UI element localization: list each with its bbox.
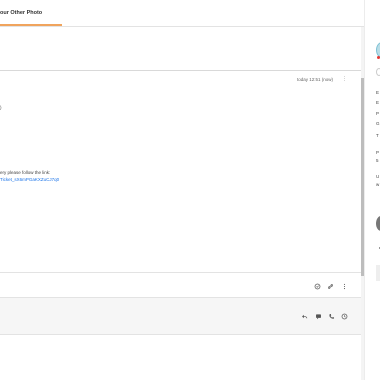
sidebar-label: T bbox=[376, 133, 379, 138]
reply-icon[interactable] bbox=[301, 313, 308, 320]
sidebar-label: E bbox=[376, 100, 380, 105]
clock-icon[interactable] bbox=[341, 313, 348, 320]
sidebar-divider bbox=[364, 0, 365, 380]
divider bbox=[0, 272, 361, 273]
divider bbox=[0, 334, 361, 335]
clock-check-icon[interactable] bbox=[314, 283, 321, 290]
sidebar-label: 5 bbox=[376, 158, 379, 163]
ticket-link[interactable]: Ticket_sX6mPGaKXZuCJ7q0 bbox=[0, 177, 59, 182]
sidebar-label: P bbox=[376, 111, 380, 116]
avatar-ring-icon bbox=[376, 68, 380, 76]
sidebar-label: G bbox=[376, 121, 380, 126]
top-tab-bar: our Other Photo bbox=[0, 0, 364, 27]
chat-bubble-icon[interactable] bbox=[315, 313, 322, 320]
divider bbox=[0, 70, 361, 71]
phone-icon[interactable] bbox=[328, 313, 335, 320]
message-text-line: ery please follow the link: bbox=[0, 170, 51, 175]
more-vertical-icon[interactable] bbox=[341, 283, 348, 290]
tab-other-photo[interactable]: our Other Photo bbox=[0, 0, 62, 26]
tab-label: our Other Photo bbox=[0, 10, 43, 16]
message-more-icon[interactable]: ⋮ bbox=[342, 76, 347, 82]
sidebar-label: E bbox=[376, 90, 380, 95]
sidebar-label: w bbox=[376, 182, 380, 187]
sidebar-label: P bbox=[376, 150, 380, 155]
message-text-paren: ) bbox=[0, 105, 2, 110]
message-timestamp: today 12:51 (now) bbox=[297, 77, 334, 82]
sidebar-label: U bbox=[376, 174, 380, 179]
sidebar-panel bbox=[376, 265, 380, 281]
agent-avatar[interactable] bbox=[376, 216, 380, 231]
transfer-arrows-icon[interactable] bbox=[327, 283, 334, 290]
